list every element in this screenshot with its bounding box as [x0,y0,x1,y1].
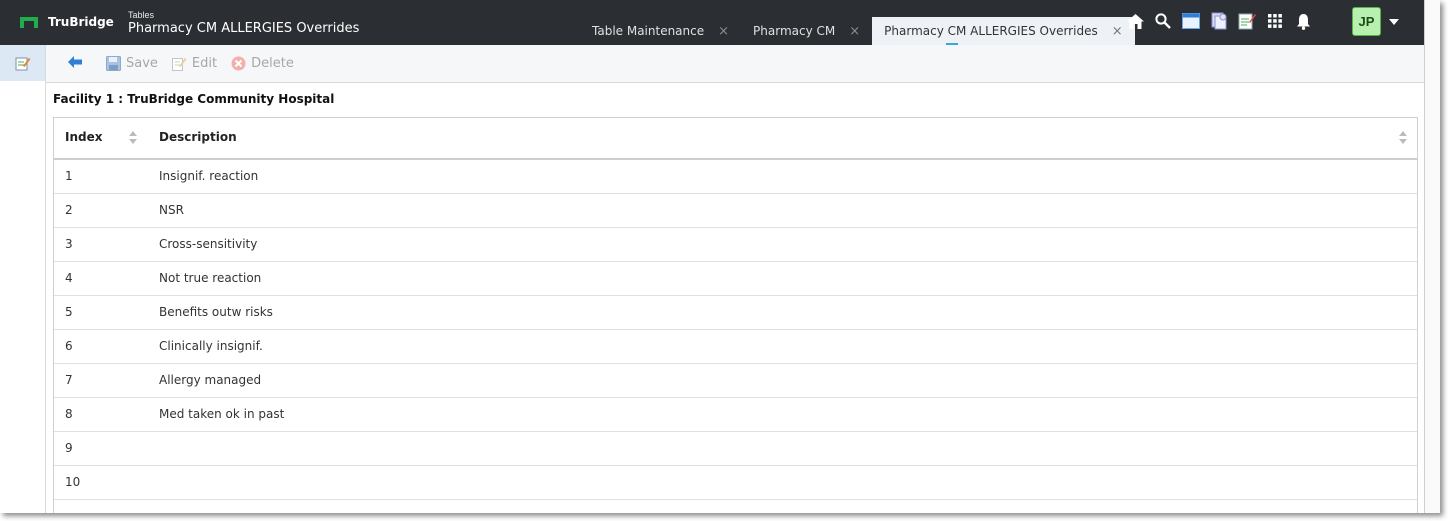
table-row[interactable]: 1 Insignif. reaction [54,160,1417,194]
delete-icon [231,56,246,71]
tab-table-maintenance[interactable]: Table Maintenance × [580,17,741,45]
close-icon[interactable]: × [718,24,729,39]
facility-heading: Facility 1 : TruBridge Community Hospita… [53,92,335,106]
sort-icon[interactable] [129,131,137,145]
delete-label: Delete [251,56,294,71]
close-icon[interactable]: × [1112,24,1123,39]
sidebar [0,45,46,513]
apps-grid-icon[interactable] [1266,10,1284,32]
table-row[interactable]: 4 Not true reaction [54,262,1417,296]
toolbar: Save Edit Delete [46,45,1424,83]
cell-index: 5 [65,305,73,319]
breadcrumb-section: Tables [128,10,155,20]
tab-label: Table Maintenance [592,24,705,38]
overrides-table: Index Description 1 Insignif. reaction 2 N… [53,117,1418,513]
tab-pharmacy-cm[interactable]: Pharmacy CM × [741,17,872,45]
cell-description: Cross-sensitivity [159,237,258,251]
table-row[interactable]: 8 Med taken ok in past [54,398,1417,432]
table-header: Index Description [54,118,1417,160]
column-header-description[interactable]: Description [159,130,237,144]
cell-description: Not true reaction [159,271,262,285]
breadcrumb: Tables Pharmacy CM ALLERGIES Overrides [128,10,359,37]
brand-name: TruBridge [48,15,114,29]
tab-strip: Table Maintenance × Pharmacy CM × Pharma… [580,17,1135,45]
avatar[interactable]: JP [1352,7,1381,36]
arrow-left-icon [68,55,82,68]
save-label: Save [126,56,158,71]
table-row[interactable]: 2 NSR [54,194,1417,228]
cell-index: 7 [65,373,73,387]
documents-icon[interactable] [1210,10,1228,32]
app-window: TruBridge Tables Pharmacy CM ALLERGIES O… [0,0,1440,513]
cell-index: 9 [65,441,73,455]
delete-button[interactable]: Delete [231,56,294,71]
cell-description: Med taken ok in past [159,407,285,421]
edit-icon [171,58,187,71]
home-icon[interactable] [1126,10,1144,32]
window-icon[interactable] [1182,10,1200,32]
header-icons [1126,10,1322,32]
edit-button[interactable]: Edit [171,56,218,71]
table-row[interactable]: 3 Cross-sensitivity [54,228,1417,262]
save-button[interactable]: Save [106,56,158,71]
table-row[interactable]: 5 Benefits outw risks [54,296,1417,330]
top-header: TruBridge Tables Pharmacy CM ALLERGIES O… [0,0,1424,45]
cell-index: 10 [65,475,81,489]
table-row[interactable]: 7 Allergy managed [54,364,1417,398]
bell-icon[interactable] [1294,10,1312,32]
cell-description: Clinically insignif. [159,339,263,353]
cell-index: 3 [65,237,73,251]
vertical-scrollbar[interactable] [1424,0,1440,513]
page-title: Pharmacy CM ALLERGIES Overrides [128,21,360,36]
cell-index: 8 [65,407,73,421]
cell-description: Allergy managed [159,373,262,387]
sidebar-item-edit-table[interactable] [0,45,45,81]
table-row[interactable]: 10 [54,466,1417,500]
cell-index: 2 [65,203,73,217]
trubridge-logo-icon [20,16,38,28]
save-disk-icon [106,56,121,71]
tab-label: Pharmacy CM [753,24,836,38]
tab-pharmacy-cm-allergies-overrides[interactable]: Pharmacy CM ALLERGIES Overrides × [872,17,1135,45]
cell-index: 6 [65,339,73,353]
edit-label: Edit [191,56,218,71]
tab-label: Pharmacy CM ALLERGIES Overrides [884,24,1098,38]
search-icon[interactable] [1154,10,1172,32]
notes-icon[interactable] [1238,10,1256,32]
chevron-down-icon[interactable] [1389,19,1399,25]
sort-icon[interactable] [1399,131,1407,145]
cell-description: Benefits outw risks [159,305,273,319]
table-row[interactable]: 6 Clinically insignif. [54,330,1417,364]
close-icon[interactable]: × [849,24,860,39]
cell-description: Insignif. reaction [159,169,259,183]
column-header-index[interactable]: Index [65,130,102,144]
cell-description: NSR [159,203,184,217]
brand-logo[interactable]: TruBridge [20,15,114,29]
cell-index: 4 [65,271,73,285]
edit-note-icon [15,57,30,70]
table-row[interactable]: 9 [54,432,1417,466]
cell-index: 1 [65,169,73,183]
back-button[interactable] [68,55,82,73]
